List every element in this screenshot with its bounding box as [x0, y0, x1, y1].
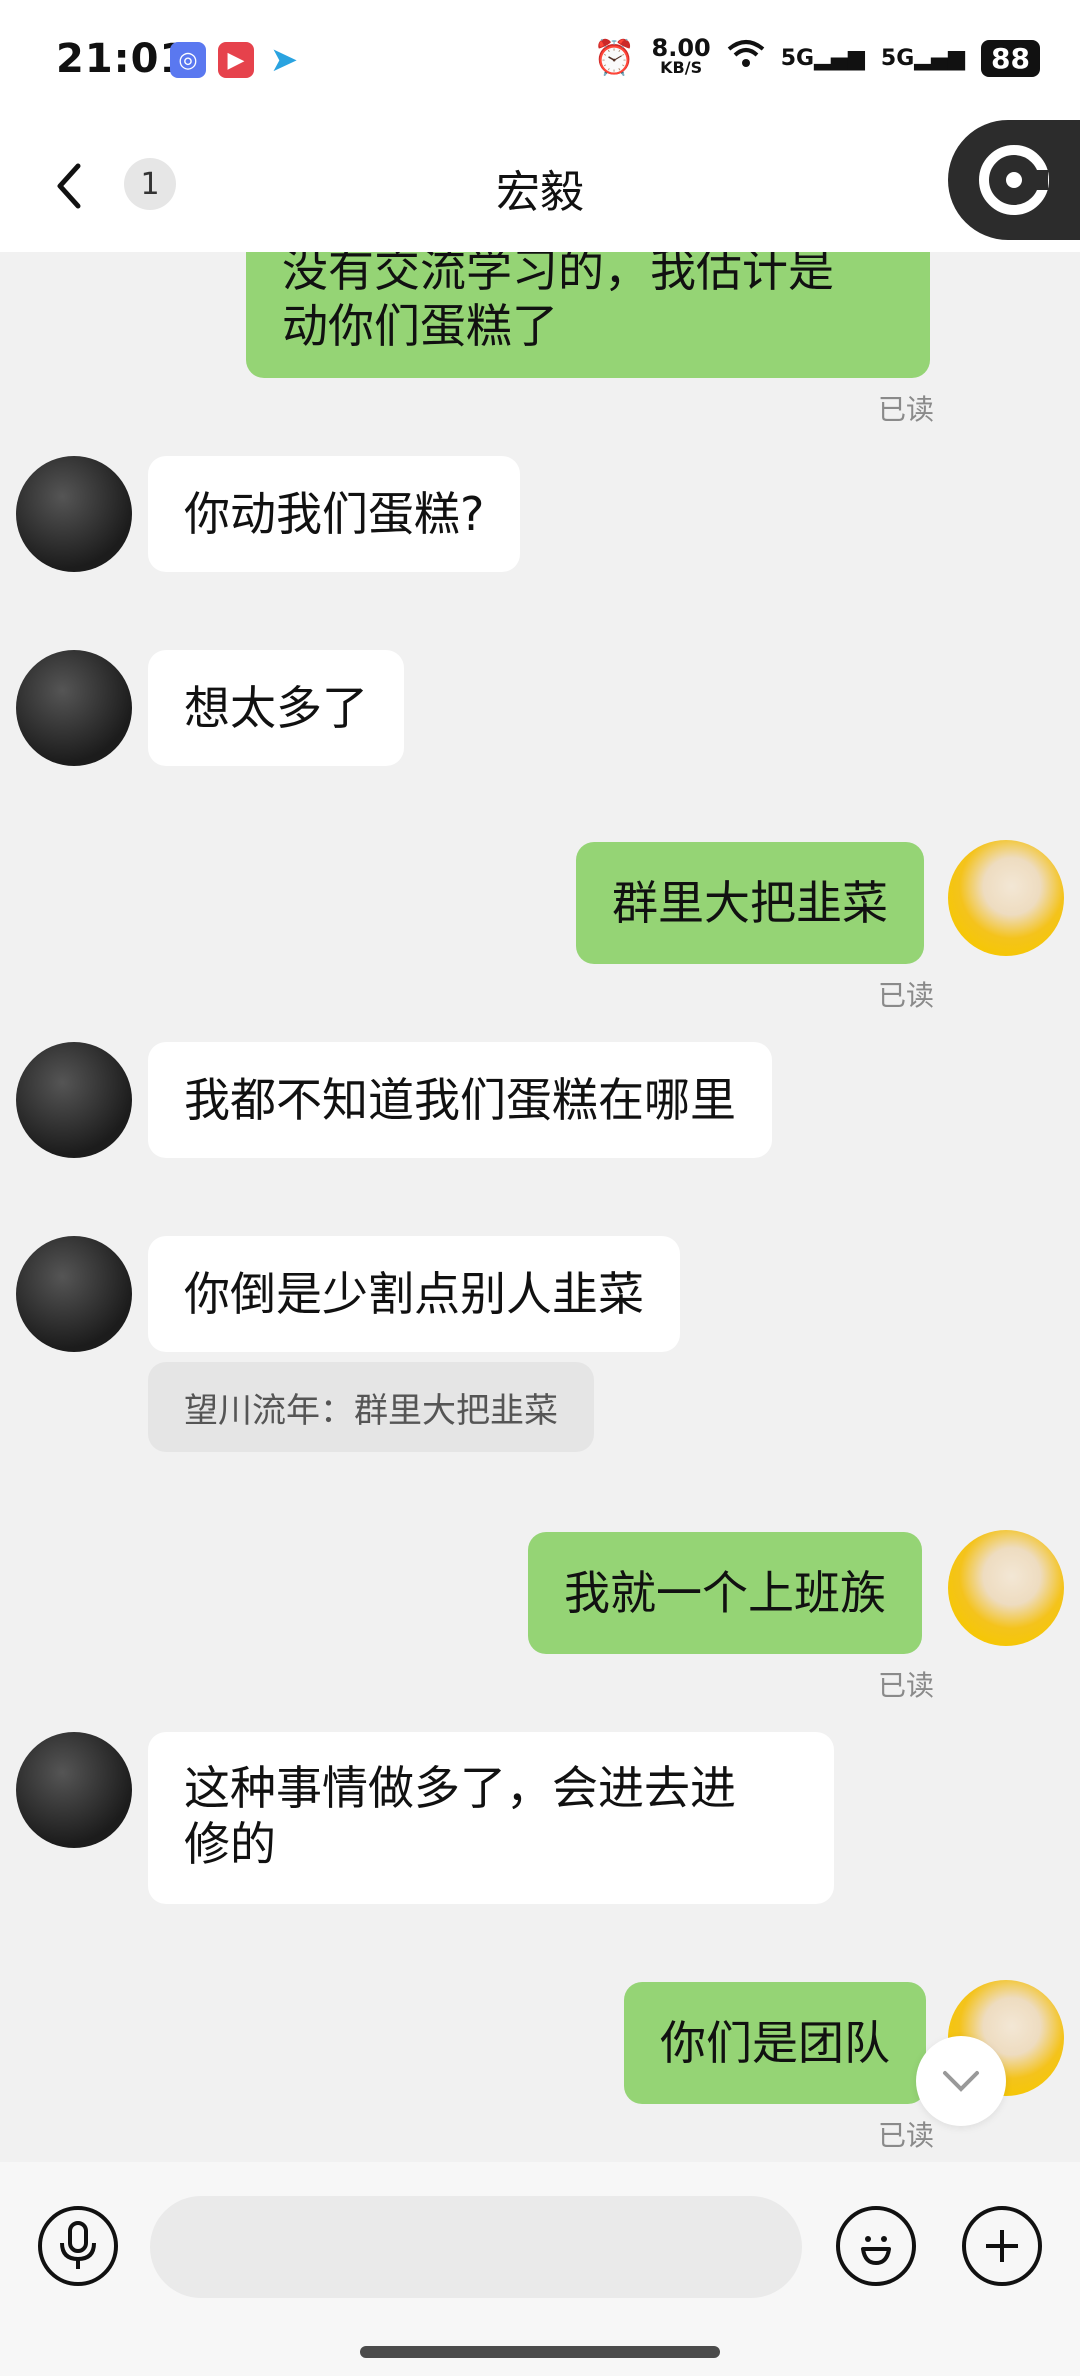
read-receipt: 已读 — [878, 2119, 935, 2152]
message-text: 我就一个上班族 — [564, 1566, 886, 1620]
message-text: 你动我们蛋糕? — [184, 487, 485, 541]
chevron-down-icon — [943, 2071, 979, 2092]
contact-avatar[interactable] — [16, 456, 132, 572]
floating-ball-button[interactable] — [948, 120, 1080, 240]
more-options-button[interactable] — [962, 2206, 1042, 2286]
message-bubble-outgoing[interactable]: 我就一个上班族 — [528, 1532, 922, 1654]
voice-button[interactable] — [38, 2206, 118, 2286]
message-text: 群里大把韭菜 — [612, 876, 888, 930]
status-app-icons: ◎ ▶ ➤ — [170, 40, 302, 80]
message-text-line: 这种事情做多了，会进去进 — [184, 1761, 736, 1815]
message-text: 想太多了 — [184, 681, 368, 735]
emoji-button[interactable] — [836, 2206, 916, 2286]
emoji-icon — [861, 2236, 891, 2265]
message-bubble-incoming[interactable]: 你动我们蛋糕? — [148, 456, 521, 572]
network-speed: 8.00 KB/S — [652, 36, 711, 78]
read-receipt: 已读 — [878, 979, 935, 1012]
my-avatar[interactable] — [948, 840, 1064, 956]
wifi-icon — [727, 39, 765, 77]
status-indicators: ⏰ 8.00 KB/S 5G▂▄▆ 5G▂▄▆ 88 — [593, 36, 1040, 78]
chat-header: 1 宏毅 — [0, 120, 1080, 252]
message-bubble-incoming[interactable]: 想太多了 — [148, 650, 404, 766]
signal-1: 5G▂▄▆ — [780, 45, 865, 71]
read-receipt: 已读 — [878, 1669, 935, 1702]
video-app-icon: ▶ — [218, 42, 254, 78]
telegram-app-icon: ➤ — [269, 40, 299, 80]
my-avatar[interactable] — [948, 1530, 1064, 1646]
message-text: 你倒是少割点别人韭菜 — [184, 1267, 644, 1321]
signal-2-label: 5G — [880, 45, 915, 71]
message-text: 我都不知道我们蛋糕在哪里 — [184, 1073, 736, 1127]
battery-indicator: 88 — [981, 39, 1040, 77]
message-text-line: 动你们蛋糕了 — [282, 299, 558, 353]
microphone-icon — [60, 2221, 96, 2269]
message-text-line: 没有交流学习的，我估计是 — [282, 252, 834, 297]
plus-icon — [986, 2230, 1018, 2262]
contact-avatar[interactable] — [16, 1042, 132, 1158]
home-indicator[interactable] — [360, 2346, 720, 2358]
message-bubble-incoming[interactable]: 我都不知道我们蛋糕在哪里 — [148, 1042, 772, 1158]
status-time: 21:01 — [56, 36, 189, 82]
scroll-to-bottom-button[interactable] — [916, 2036, 1006, 2126]
signal-2: 5G▂▄▆ — [880, 45, 966, 71]
signal-1-label: 5G — [780, 45, 815, 71]
chat-title: 宏毅 — [496, 167, 584, 218]
contact-avatar[interactable] — [16, 1732, 132, 1848]
message-bubble-outgoing[interactable]: 你们是团队 — [624, 1982, 926, 2104]
status-bar: 21:01 ◎ ▶ ➤ ⏰ 8.00 KB/S 5G▂▄▆ 5G▂▄▆ 88 — [0, 0, 1080, 120]
composer-bar — [0, 2162, 1080, 2376]
message-input[interactable] — [150, 2196, 802, 2298]
contact-avatar[interactable] — [16, 650, 132, 766]
network-speed-unit: KB/S — [660, 58, 703, 77]
message-bubble-incoming[interactable]: 你倒是少割点别人韭菜 — [148, 1236, 680, 1352]
message-text: 你们是团队 — [660, 2016, 890, 2070]
message-text-line: 修的 — [184, 1817, 276, 1871]
message-bubble-outgoing[interactable]: 群里大把韭菜 — [576, 842, 924, 964]
floating-ball-icon — [979, 145, 1049, 215]
message-list[interactable]: 没有交流学习的，我估计是 动你们蛋糕了 已读 你动我们蛋糕? 想太多了 群里大把… — [0, 252, 1080, 2162]
quoted-reply[interactable]: 望川流年：群里大把韭菜 — [148, 1362, 594, 1452]
alarm-icon: ⏰ — [593, 38, 636, 78]
message-bubble-incoming[interactable]: 这种事情做多了，会进去进 修的 — [148, 1732, 834, 1904]
read-receipt: 已读 — [878, 393, 935, 426]
contact-avatar[interactable] — [16, 1236, 132, 1352]
message-bubble-outgoing[interactable]: 没有交流学习的，我估计是 动你们蛋糕了 — [246, 252, 930, 378]
browser-app-icon: ◎ — [170, 42, 206, 78]
